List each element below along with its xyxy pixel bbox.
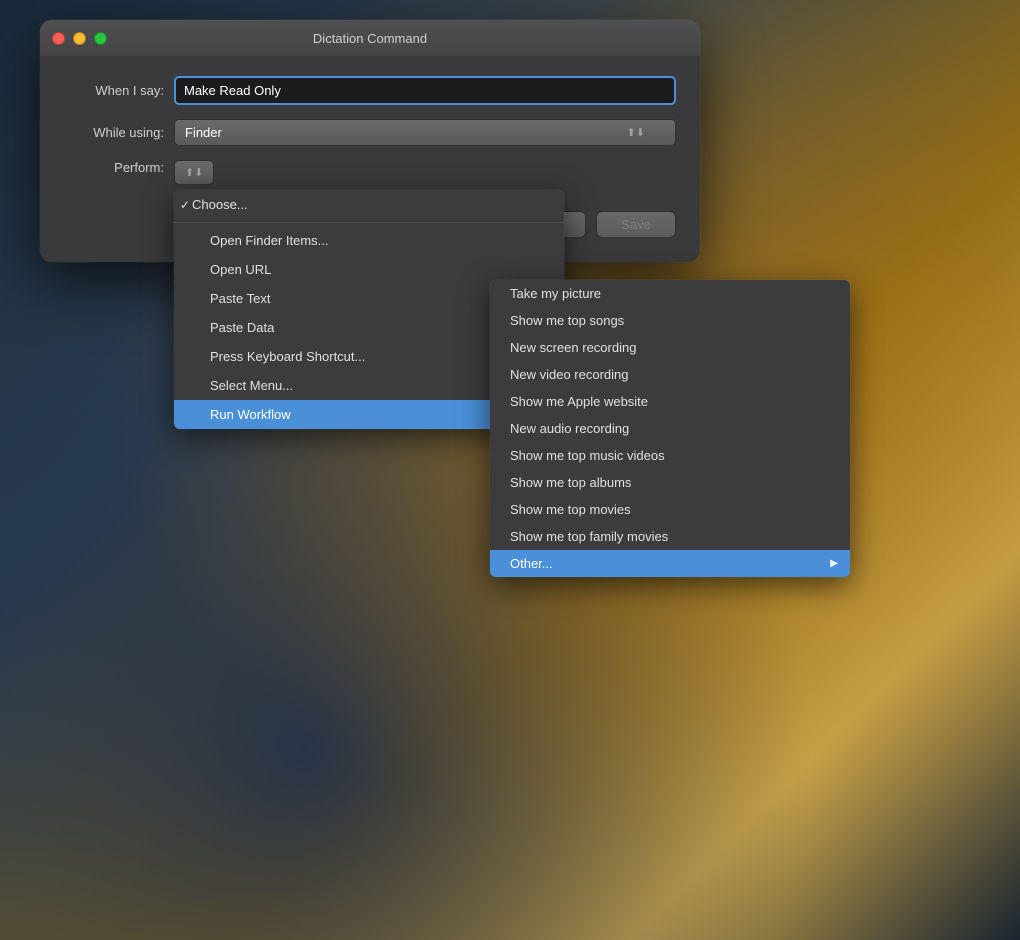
when-i-say-row: When I say: — [64, 76, 676, 105]
title-bar: Dictation Command — [40, 20, 700, 56]
submenu-item-apple-website[interactable]: Show me Apple website — [490, 388, 850, 415]
submenu-item-top-family-movies-label: Show me top family movies — [510, 529, 668, 544]
menu-separator-1 — [174, 222, 564, 223]
submenu-item-screen-recording[interactable]: New screen recording — [490, 334, 850, 361]
submenu-item-other[interactable]: Other... — [490, 550, 850, 577]
close-button[interactable] — [52, 32, 65, 45]
perform-select-wrapper: ⬆︎⬇︎ Choose... Open Finder Items... Open… — [174, 160, 676, 185]
chevron-updown-icon: ⬆︎⬇︎ — [627, 126, 645, 139]
perform-label: Perform: — [64, 160, 174, 175]
submenu-item-apple-website-label: Show me Apple website — [510, 394, 648, 409]
submenu-item-top-albums[interactable]: Show me top albums — [490, 469, 850, 496]
maximize-button[interactable] — [94, 32, 107, 45]
while-label: While using: — [64, 125, 174, 140]
submenu-item-top-movies[interactable]: Show me top movies — [490, 496, 850, 523]
submenu-item-audio-recording[interactable]: New audio recording — [490, 415, 850, 442]
while-using-select-wrapper: Finder ⬆︎⬇︎ — [174, 119, 676, 146]
window-title: Dictation Command — [313, 31, 427, 46]
submenu-item-take-picture[interactable]: Take my picture — [490, 280, 850, 307]
save-button[interactable]: Save — [596, 211, 676, 238]
chevron-updown-icon-2: ⬆︎⬇︎ — [185, 166, 203, 179]
dictation-command-window: Dictation Command When I say: While usin… — [40, 20, 700, 262]
minimize-button[interactable] — [73, 32, 86, 45]
menu-item-paste-data-label: Paste Data — [210, 320, 274, 335]
submenu-item-audio-recording-label: New audio recording — [510, 421, 629, 436]
submenu-item-take-picture-label: Take my picture — [510, 286, 601, 301]
menu-item-press-keyboard-label: Press Keyboard Shortcut... — [210, 349, 365, 364]
submenu-item-video-recording-label: New video recording — [510, 367, 629, 382]
traffic-lights — [52, 32, 107, 45]
while-using-select[interactable]: Finder ⬆︎⬇︎ — [174, 119, 676, 146]
submenu-item-top-songs[interactable]: Show me top songs — [490, 307, 850, 334]
submenu-item-other-label: Other... — [510, 556, 553, 571]
while-using-value: Finder — [185, 125, 222, 140]
while-using-row: While using: Finder ⬆︎⬇︎ — [64, 119, 676, 146]
submenu-item-top-music-videos[interactable]: Show me top music videos — [490, 442, 850, 469]
perform-dropdown-trigger[interactable]: ⬆︎⬇︎ — [174, 160, 214, 185]
submenu-item-video-recording[interactable]: New video recording — [490, 361, 850, 388]
menu-item-run-workflow-label: Run Workflow — [210, 407, 291, 422]
menu-item-choose[interactable]: Choose... — [174, 190, 564, 219]
window-body: When I say: While using: Finder ⬆︎⬇︎ Per… — [40, 56, 700, 262]
when-label: When I say: — [64, 83, 174, 98]
submenu-item-top-movies-label: Show me top movies — [510, 502, 631, 517]
submenu-item-top-family-movies[interactable]: Show me top family movies — [490, 523, 850, 550]
submenu-item-top-music-videos-label: Show me top music videos — [510, 448, 665, 463]
menu-item-choose-label: Choose... — [192, 197, 248, 212]
submenu-item-top-songs-label: Show me top songs — [510, 313, 624, 328]
menu-item-select-menu-label: Select Menu... — [210, 378, 293, 393]
perform-row: Perform: ⬆︎⬇︎ Choose... Open Finder Item… — [64, 160, 676, 185]
when-input[interactable] — [174, 76, 676, 105]
menu-item-open-url-label: Open URL — [210, 262, 271, 277]
menu-item-paste-text-label: Paste Text — [210, 291, 270, 306]
menu-item-open-finder[interactable]: Open Finder Items... — [174, 226, 564, 255]
submenu-item-screen-recording-label: New screen recording — [510, 340, 636, 355]
menu-item-open-finder-label: Open Finder Items... — [210, 233, 329, 248]
run-workflow-submenu: Take my picture Show me top songs New sc… — [490, 280, 850, 577]
submenu-item-top-albums-label: Show me top albums — [510, 475, 631, 490]
